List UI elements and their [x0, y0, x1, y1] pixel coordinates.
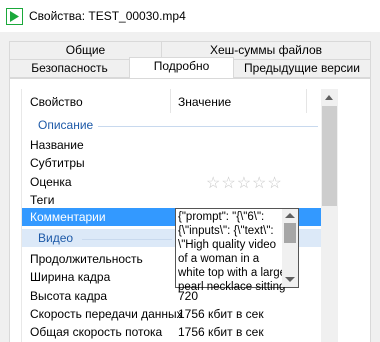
property-name: Теги [30, 193, 55, 207]
group-divider [98, 126, 318, 127]
group-label: Видео [38, 231, 74, 245]
column-divider[interactable] [170, 89, 171, 113]
scroll-down-icon[interactable] [285, 277, 295, 282]
group-divider [82, 239, 172, 240]
list-scrollbar[interactable] [321, 89, 338, 342]
column-value[interactable]: Значение [178, 95, 231, 109]
group-header-description[interactable]: Описание [22, 116, 322, 134]
property-name: Оценка [30, 175, 72, 189]
group-label: Описание [38, 118, 94, 132]
property-name: Субтитры [30, 156, 85, 170]
scroll-up-icon[interactable] [325, 95, 333, 100]
video-file-icon [6, 8, 23, 25]
window-title: Свойства: TEST_00030.mp4 [29, 9, 186, 23]
title-bar: Свойства: TEST_00030.mp4 [0, 0, 380, 32]
list-item[interactable]: Теги [22, 191, 322, 209]
property-name: Ширина кадра [30, 270, 111, 284]
comment-scrollbar[interactable] [282, 209, 298, 287]
property-name: Высота кадра [30, 289, 108, 303]
tab-previous-versions[interactable]: Предыдущие версии [233, 59, 371, 78]
list-item[interactable]: Название [22, 136, 322, 154]
scrollbar-thumb[interactable] [322, 106, 337, 206]
list-header: Свойство Значение [22, 89, 322, 113]
scroll-up-icon[interactable] [285, 213, 295, 218]
property-name: Продолжительность [30, 252, 143, 266]
property-name: Общая скорость потока [30, 325, 163, 339]
list-item[interactable]: Оценка ☆☆☆☆☆ [22, 173, 322, 193]
comment-text[interactable]: {"prompt": "{\"6\": {\"inputs\": {\"text… [178, 210, 286, 294]
property-value: 1756 кбит в сек [178, 325, 264, 339]
tab-details[interactable]: Подробно [129, 57, 234, 78]
list-item[interactable]: Общая скорость потока 1756 кбит в сек [22, 323, 322, 341]
property-name: Название [30, 138, 84, 152]
scrollbar-thumb[interactable] [284, 223, 296, 243]
property-value: 1756 кбит в сек [178, 307, 264, 321]
list-item[interactable]: Субтитры [22, 154, 322, 172]
property-name: Скорость передачи данных [30, 307, 183, 321]
list-item[interactable]: Скорость передачи данных 1756 кбит в сек [22, 305, 322, 323]
column-property[interactable]: Свойство [30, 95, 83, 109]
column-divider[interactable] [306, 89, 307, 113]
property-name: Комментарии [30, 210, 106, 224]
tab-security[interactable]: Безопасность [9, 59, 130, 78]
comment-edit-box[interactable]: {"prompt": "{\"6\": {\"inputs\": {\"text… [175, 208, 299, 293]
rating-stars-icon[interactable]: ☆☆☆☆☆ [206, 173, 283, 193]
